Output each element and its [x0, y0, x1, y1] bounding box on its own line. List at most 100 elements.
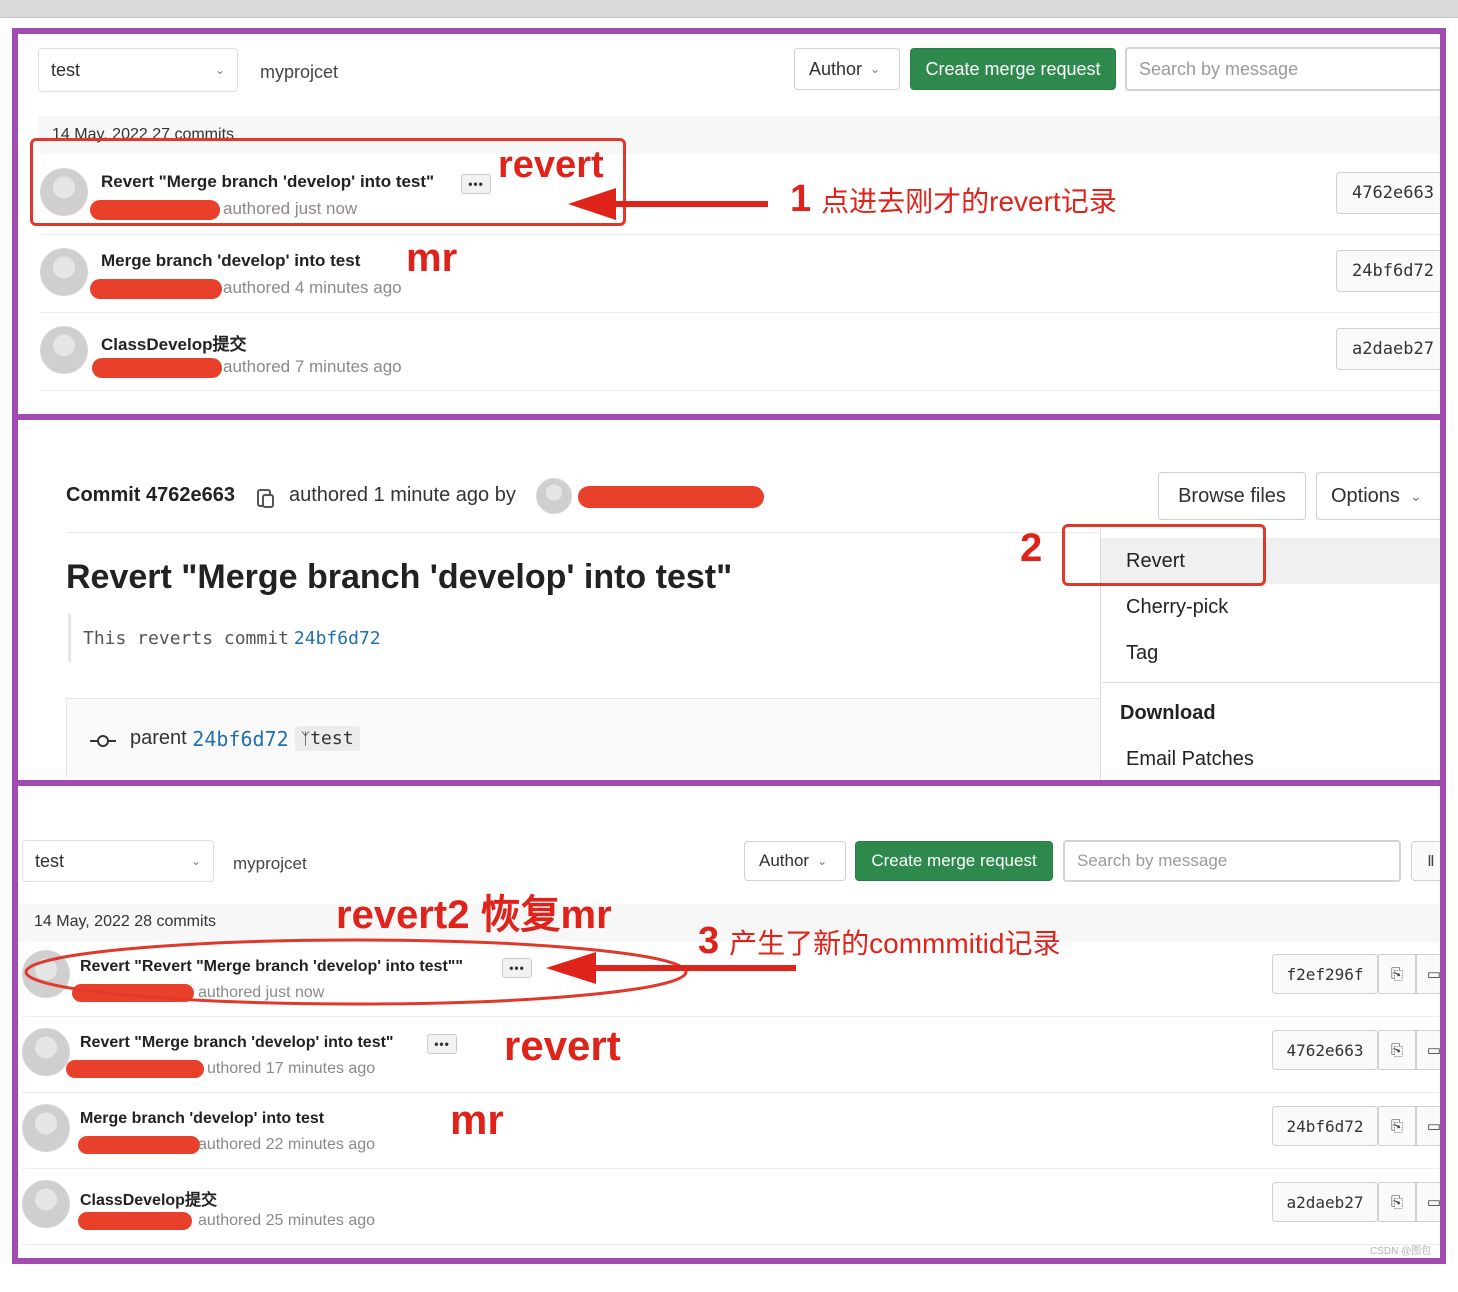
author-filter-button[interactable]: Author ⌄	[744, 841, 846, 881]
commit-meta: uthored 17 minutes ago	[207, 1060, 376, 1077]
annotation-box-revert-menu	[1062, 524, 1266, 586]
commit-title[interactable]: Merge branch 'develop' into test	[101, 251, 360, 271]
step-number: 3	[698, 920, 720, 962]
project-path[interactable]: myprojcet	[260, 62, 338, 83]
menu-divider	[1102, 682, 1440, 683]
project-path[interactable]: myprojcet	[233, 854, 307, 874]
redacted-author	[578, 486, 764, 508]
commit-title[interactable]: ClassDevelop提交	[101, 330, 247, 355]
commit-sha-button[interactable]: 24bf6d72	[1272, 1106, 1378, 1146]
create-merge-request-button[interactable]: Create merge request	[855, 841, 1053, 881]
row-divider	[40, 234, 1440, 235]
more-options-icon[interactable]: •••	[427, 1034, 457, 1054]
branch-tag[interactable]: ᛉtest	[294, 726, 360, 751]
redacted-author	[90, 279, 222, 299]
commit-meta: authored 22 minutes ago	[198, 1136, 376, 1153]
row-divider	[22, 1244, 1440, 1245]
branch-select-value: test	[51, 59, 81, 80]
commit-description: This reverts commit 24bf6d72	[68, 614, 1088, 662]
parent-line: parent 24bf6d72 ᛉtest	[130, 726, 360, 751]
browse-files-button[interactable]: Browse files	[1158, 472, 1306, 520]
commit-meta: authored 7 minutes ago	[223, 357, 402, 376]
panel-commit-list-before: test ⌄ myprojcet Author ⌄ Create merge r…	[12, 28, 1446, 420]
chevron-down-icon: ⌄	[817, 854, 828, 868]
browser-top-strip	[0, 0, 1458, 18]
branch-select[interactable]: test ⌄	[22, 840, 214, 882]
redacted-author	[78, 1212, 192, 1230]
step-text: 产生了新的commmitid记录	[729, 928, 1061, 959]
annotation-step-2: 2	[1020, 526, 1043, 570]
avatar	[536, 478, 572, 514]
commit-title[interactable]: ClassDevelop提交	[80, 1186, 217, 1210]
avatar	[22, 1180, 70, 1228]
commit-title[interactable]: Merge branch 'develop' into test	[80, 1110, 324, 1128]
options-label: Options	[1331, 484, 1400, 507]
avatar	[40, 326, 88, 374]
author-filter-label: Author	[809, 58, 863, 79]
branch-select[interactable]: test ⌄	[38, 48, 238, 92]
copy-icon[interactable]: ⎘	[1378, 954, 1416, 994]
commit-meta: authored 4 minutes ago	[223, 278, 402, 297]
parent-label: parent	[130, 727, 187, 749]
folder-icon[interactable]: ▭	[1416, 954, 1440, 994]
copy-icon[interactable]: ⎘	[1378, 1106, 1416, 1146]
annotation-arrow-1	[568, 188, 768, 220]
chevron-down-icon: ⌄	[1409, 487, 1422, 504]
folder-icon[interactable]: ▭	[1416, 1182, 1440, 1222]
redacted-author	[66, 1060, 204, 1078]
commit-sha-button[interactable]: a2daeb27	[1272, 1182, 1378, 1222]
annotation-revert2: revert2 恢复mr	[336, 893, 612, 937]
menu-header-download: Download	[1120, 702, 1216, 724]
parent-sha-link[interactable]: 24bf6d72	[192, 727, 288, 751]
chevron-down-icon: ⌄	[190, 854, 201, 868]
header-divider	[66, 532, 1106, 533]
panel-commit-list-after: test ⌄ myprojcet Author ⌄ Create merge r…	[12, 780, 1446, 1264]
redacted-author	[92, 358, 222, 378]
commit-sha-button[interactable]: 24bf6d72	[1336, 250, 1440, 292]
menu-item-cherry-pick[interactable]: Cherry-pick	[1126, 596, 1228, 619]
commit-sha-button[interactable]: 4762e663	[1272, 1030, 1378, 1070]
annotation-revert: revert	[498, 144, 604, 186]
folder-icon[interactable]: ▭	[1416, 1030, 1440, 1070]
authored-by-text: authored 1 minute ago by	[289, 484, 516, 506]
search-input[interactable]: Search by message	[1125, 47, 1440, 91]
branch-select-value: test	[35, 850, 65, 871]
redacted-author	[78, 1136, 200, 1154]
row-divider	[22, 1168, 1440, 1169]
author-filter-button[interactable]: Author ⌄	[794, 48, 900, 90]
copy-icon[interactable]: ⎘	[1378, 1182, 1416, 1222]
copy-icon[interactable]: ⎘	[1378, 1030, 1416, 1070]
folder-icon[interactable]: ▭	[1416, 1106, 1440, 1146]
commit-node-icon	[90, 735, 116, 747]
commit-heading: Revert "Merge branch 'develop' into test…	[66, 558, 733, 596]
avatar	[40, 248, 88, 296]
branch-tag-label: test	[310, 728, 354, 749]
row-divider	[40, 390, 1440, 391]
menu-item-email-patches[interactable]: Email Patches	[1126, 748, 1254, 771]
date-header: 14 May, 2022 28 commits	[34, 913, 217, 930]
commit-title[interactable]: Revert "Merge branch 'develop' into test…	[80, 1034, 394, 1052]
avatar	[22, 1104, 70, 1152]
commit-header-label: Commit 4762e663	[66, 484, 235, 506]
commit-sha-button[interactable]: 4762e663	[1336, 172, 1440, 214]
panel-commit-detail: Commit 4762e663 authored 1 minute ago by…	[12, 414, 1446, 788]
avatar	[22, 1028, 70, 1076]
commit-sha-button[interactable]: f2ef296f	[1272, 954, 1378, 994]
author-filter-label: Author	[759, 851, 810, 870]
commit-sha-button[interactable]: a2daeb27	[1336, 328, 1440, 370]
chevron-down-icon: ⌄	[214, 63, 225, 77]
row-divider	[40, 312, 1440, 313]
copy-icon[interactable]	[256, 486, 276, 510]
reverts-text: This reverts commit	[83, 627, 289, 649]
annotation-step-3: 3 产生了新的commmitid记录	[698, 920, 1060, 963]
menu-item-tag[interactable]: Tag	[1126, 642, 1158, 665]
create-merge-request-button[interactable]: Create merge request	[910, 48, 1116, 90]
annotation-step-1: 1 点进去刚才的revert记录	[790, 178, 1117, 221]
rss-feed-icon[interactable]: Ⅱ	[1411, 841, 1440, 881]
annotation-mr: mr	[406, 236, 458, 280]
annotation-revert: revert	[504, 1022, 621, 1069]
annotation-mr: mr	[450, 1096, 504, 1143]
options-button[interactable]: Options ⌄	[1316, 472, 1440, 520]
reverts-sha-link[interactable]: 24bf6d72	[294, 628, 381, 649]
search-input[interactable]: Search by message	[1063, 840, 1401, 882]
